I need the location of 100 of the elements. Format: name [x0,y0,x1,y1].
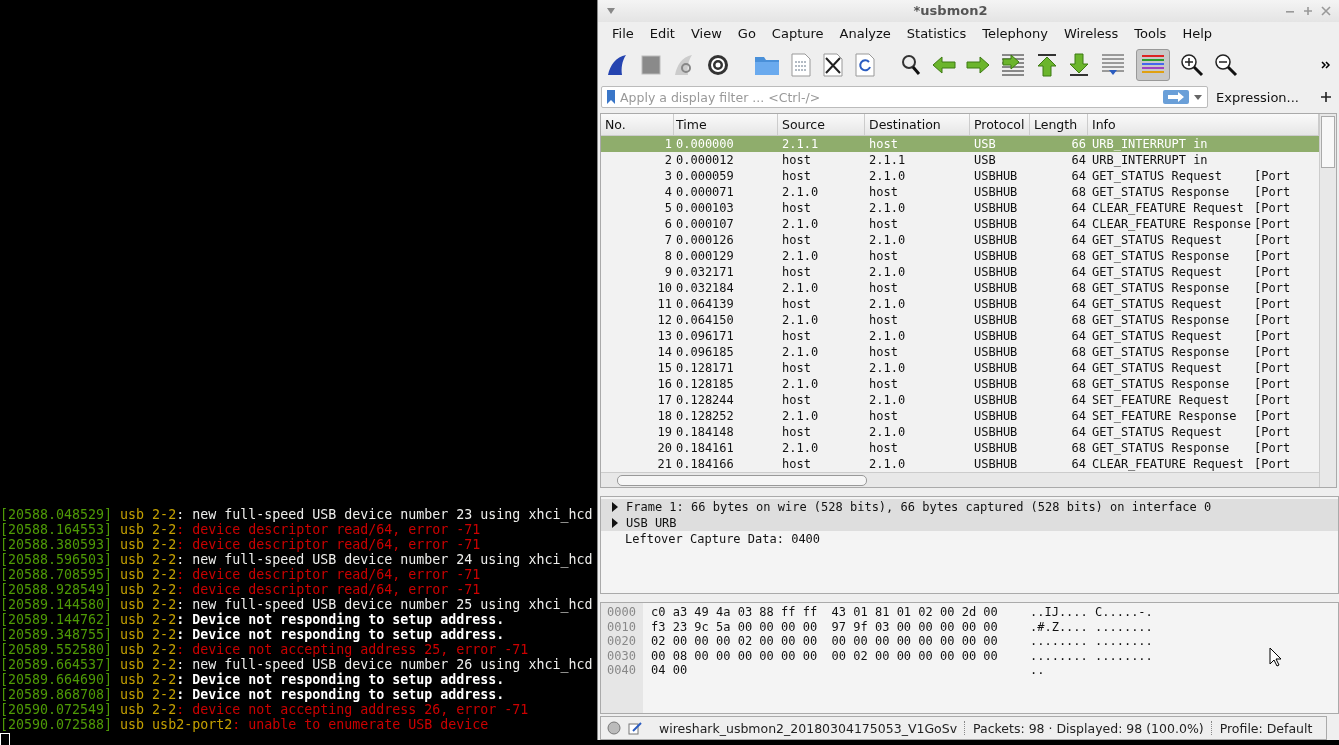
expand-arrow-icon[interactable] [611,501,619,512]
menu-item[interactable]: Go [729,25,764,41]
bookmark-icon[interactable] [606,89,616,106]
column-header[interactable]: No. [601,114,674,136]
column-header[interactable]: Length [1030,114,1088,136]
packet-row[interactable]: 19 0.184148 host 2.1.0 USBHUB 64 GET_STATUS Request [Port [601,424,1319,441]
log-timestamp: [20589.144762] [0,612,113,627]
table-cell-text: USBHUB [973,232,1019,249]
window-menu-icon[interactable] [606,6,616,15]
menu-item[interactable]: Capture [763,25,832,41]
byte-offset: 0000 [607,605,637,620]
search-icon[interactable] [900,52,922,77]
expand-arrow-icon[interactable] [611,517,619,528]
arrow-right-icon[interactable] [966,55,990,74]
table-cell-text: GET_STATUS Response [1091,376,1231,393]
menu-item[interactable]: Telephony [974,25,1056,41]
menu-item[interactable]: Edit [641,25,683,41]
packet-row[interactable]: 9 0.032171 host 2.1.0 USBHUB 64 GET_STATUS Request [Port [601,264,1319,281]
log-message: : device not accepting address 25, error -71 [176,642,529,657]
detail-item[interactable]: USB URB [626,515,677,530]
table-cell-text: 64 [1070,456,1087,473]
packet-row[interactable]: 7 0.000126 host 2.1.0 USBHUB 64 GET_STATUS Request [Port [601,232,1319,249]
menu-item[interactable]: Statistics [898,25,975,41]
table-cell-text: 20 [656,440,673,457]
packet-row[interactable]: 14 0.096185 2.1.0 host USBHUB 68 GET_STATUS Response [Port [601,344,1319,361]
packet-row[interactable]: 15 0.128171 host 2.1.0 USBHUB 64 GET_STATUS Request [Port [601,360,1319,377]
table-cell-text: USBHUB [973,312,1019,329]
table-cell-text: 0.000103 [675,200,735,217]
menu-item[interactable]: View [682,25,730,41]
column-header[interactable]: Destination [865,114,970,136]
table-cell-text: USB [973,152,997,169]
log-message: : device descriptor read/64, error -71 [176,522,481,537]
packet-row[interactable]: 2 0.000012 host 2.1.1 USB 64 URB_INTERRUPT in [601,152,1319,169]
packet-row[interactable]: 13 0.096171 host 2.1.0 USBHUB 64 GET_STATUS Request [Port [601,328,1319,345]
log-device: usb 2-2 [120,672,177,687]
zoom-out-icon[interactable] [1214,52,1238,77]
arrow-left-icon[interactable] [932,55,956,74]
table-cell: [Port [1254,232,1291,249]
table-cell-text: host [781,392,812,409]
zoom-in-icon[interactable] [1180,52,1204,77]
table-cell-text: host [781,360,812,377]
go-to-packet-icon[interactable] [1000,52,1026,77]
autoscroll-icon[interactable] [1100,52,1126,77]
menu-item[interactable]: Analyze [831,25,899,41]
packet-row[interactable]: 6 0.000107 2.1.0 host USBHUB 64 CLEAR_FEATURE Response [Port [601,216,1319,233]
table-cell-text: 68 [1070,184,1087,201]
dropdown-caret-icon[interactable] [1193,93,1204,102]
table-cell-text: 0.128171 [675,360,735,377]
menu-item[interactable]: File [604,25,642,41]
table-cell-text: GET_STATUS Request [1091,232,1224,249]
table-cell-text: 1 [663,136,673,153]
hex-bytes: 00 08 00 00 00 00 00 00 00 02 00 00 00 00 00 00 [651,648,999,664]
stop-icon[interactable] [640,53,662,76]
colorize-toggle[interactable] [1136,48,1170,81]
table-cell-text: host [781,232,812,249]
packet-row[interactable]: 3 0.000059 host 2.1.0 USBHUB 64 GET_STATUS Request [Port [601,168,1319,185]
arrow-down-icon[interactable] [1068,52,1090,77]
edit-comment-icon[interactable] [628,721,642,736]
expression-button[interactable]: Expression... [1216,89,1299,105]
hex-bytes: 04 00 [651,663,689,678]
display-filter-box[interactable]: Apply a display filter ... <Ctrl-/> [601,86,1209,109]
close-file-icon[interactable] [822,52,844,77]
table-cell-text: GET_STATUS Request [1091,168,1224,185]
packet-row[interactable]: 4 0.000071 2.1.0 host USBHUB 68 GET_STATUS Response [Port [601,184,1319,201]
packet-row[interactable]: 20 0.184161 2.1.0 host USBHUB 68 GET_STATUS Response [Port [601,440,1319,457]
detail-item[interactable]: Leftover Capture Data: 0400 [625,531,821,546]
overflow-chevron-icon[interactable] [1321,59,1331,70]
reload-file-icon[interactable] [854,52,876,77]
menu-item[interactable]: Wireless [1055,25,1127,41]
table-cell-text: host [781,456,812,473]
table-cell-text: 2.1.0 [868,360,907,377]
packet-row[interactable]: 16 0.128185 2.1.0 host USBHUB 68 GET_STATUS Response [Port [601,376,1319,393]
filter-input[interactable]: Apply a display filter ... <Ctrl-/> [620,89,1160,105]
profile-label[interactable]: Profile: Default [1219,720,1313,736]
arrow-up-icon[interactable] [1036,52,1058,77]
vertical-scrollbar[interactable] [1319,114,1336,488]
table-cell-text: 2.1.0 [868,200,907,217]
packet-row[interactable]: 21 0.184166 host 2.1.0 USBHUB 64 CLEAR_FEATURE Request [Port [601,456,1319,473]
packet-row[interactable]: 12 0.064150 2.1.0 host USBHUB 68 GET_STATUS Response [Port [601,312,1319,329]
table-cell: [Port [1254,392,1291,409]
packet-row[interactable]: 10 0.032184 2.1.0 host USBHUB 68 GET_STATUS Response [Port [601,280,1319,297]
column-header[interactable]: Protocol [970,114,1030,136]
log-device: usb 2-2 [120,642,177,657]
table-cell-text: 0.184148 [675,424,735,441]
table-cell-text: GET_STATUS Response [1091,184,1231,201]
packet-row[interactable]: 18 0.128252 2.1.0 host USBHUB 64 SET_FEATURE Response [Port [601,408,1319,425]
menu-item[interactable]: Tools [1126,25,1175,41]
packet-row[interactable]: 5 0.000103 host 2.1.0 USBHUB 64 CLEAR_FEATURE Request [Port [601,200,1319,217]
packet-row[interactable]: 17 0.128244 host 2.1.0 USBHUB 64 SET_FEATURE Request [Port [601,392,1319,409]
menu-item[interactable]: Help [1174,25,1220,41]
packet-row[interactable]: 8 0.000129 2.1.0 host USBHUB 68 GET_STATUS Response [Port [601,248,1319,265]
table-cell-text: GET_STATUS Response [1091,280,1231,297]
horizontal-scrollbar[interactable] [601,472,1319,488]
add-icon[interactable] [1321,92,1331,103]
column-header[interactable]: Source [778,114,865,136]
column-header[interactable]: Time [674,114,778,136]
table-cell-text: 0.184161 [675,440,735,457]
table-cell-text: 2.1.0 [868,424,907,441]
packet-row[interactable]: 11 0.064139 host 2.1.0 USBHUB 64 GET_STATUS Request [Port [601,296,1319,313]
settings-icon[interactable] [706,52,730,77]
